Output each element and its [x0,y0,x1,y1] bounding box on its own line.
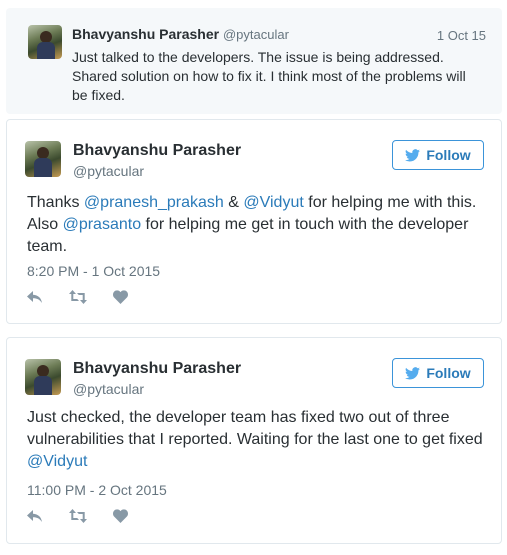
twitter-bird-icon [405,366,421,380]
tweet-date[interactable]: 1 Oct 15 [437,28,486,43]
tweet-text: Just talked to the developers. The issue… [72,49,466,103]
tweet-timestamp[interactable]: 11:00 PM - 2 Oct 2015 [27,482,167,498]
tweet-actions [27,509,128,523]
tweet-timestamp[interactable]: 8:20 PM - 1 Oct 2015 [27,263,160,279]
tweet-text: Thanks @pranesh_prakash & @Vidyut for he… [27,192,487,258]
retweet-icon[interactable] [69,509,87,523]
reply-icon[interactable] [27,290,43,304]
avatar[interactable] [25,141,61,177]
embedded-tweet: Bhavyanshu Parasher @pytacular Follow Th… [6,119,502,324]
tweet-actions [27,290,128,304]
text-part: Just checked, the developer team has fix… [27,409,483,448]
tweet-text: Just checked, the developer team has fix… [27,407,487,473]
author-handle[interactable]: @pytacular [73,163,144,179]
mention-link[interactable]: @prasanto [63,216,142,233]
in-reply-to-tweet[interactable]: Bhavyanshu Parasher @pytacular 1 Oct 15 … [6,8,502,114]
author-name[interactable]: Bhavyanshu Parasher [73,142,241,160]
mention-link[interactable]: @Vidyut [27,453,87,470]
reply-icon[interactable] [27,509,43,523]
text-part: Thanks [27,194,84,211]
author-line: Bhavyanshu Parasher @pytacular [72,26,289,42]
follow-label: Follow [426,365,471,381]
author-handle[interactable]: @pytacular [223,27,289,42]
follow-button[interactable]: Follow [392,140,484,170]
avatar[interactable] [25,359,61,395]
author-name[interactable]: Bhavyanshu Parasher [72,26,219,42]
mention-link[interactable]: @pranesh_prakash [84,194,224,211]
retweet-icon[interactable] [69,290,87,304]
follow-button[interactable]: Follow [392,358,484,388]
author-handle[interactable]: @pytacular [73,381,144,397]
heart-icon[interactable] [113,509,128,523]
heart-icon[interactable] [113,290,128,304]
mention-link[interactable]: @Vidyut [243,194,303,211]
author-name[interactable]: Bhavyanshu Parasher [73,360,241,378]
avatar[interactable] [28,25,62,59]
follow-label: Follow [426,147,471,163]
embedded-tweet: Bhavyanshu Parasher @pytacular Follow Ju… [6,337,502,544]
text-part: & [223,194,244,211]
twitter-bird-icon [405,148,421,162]
